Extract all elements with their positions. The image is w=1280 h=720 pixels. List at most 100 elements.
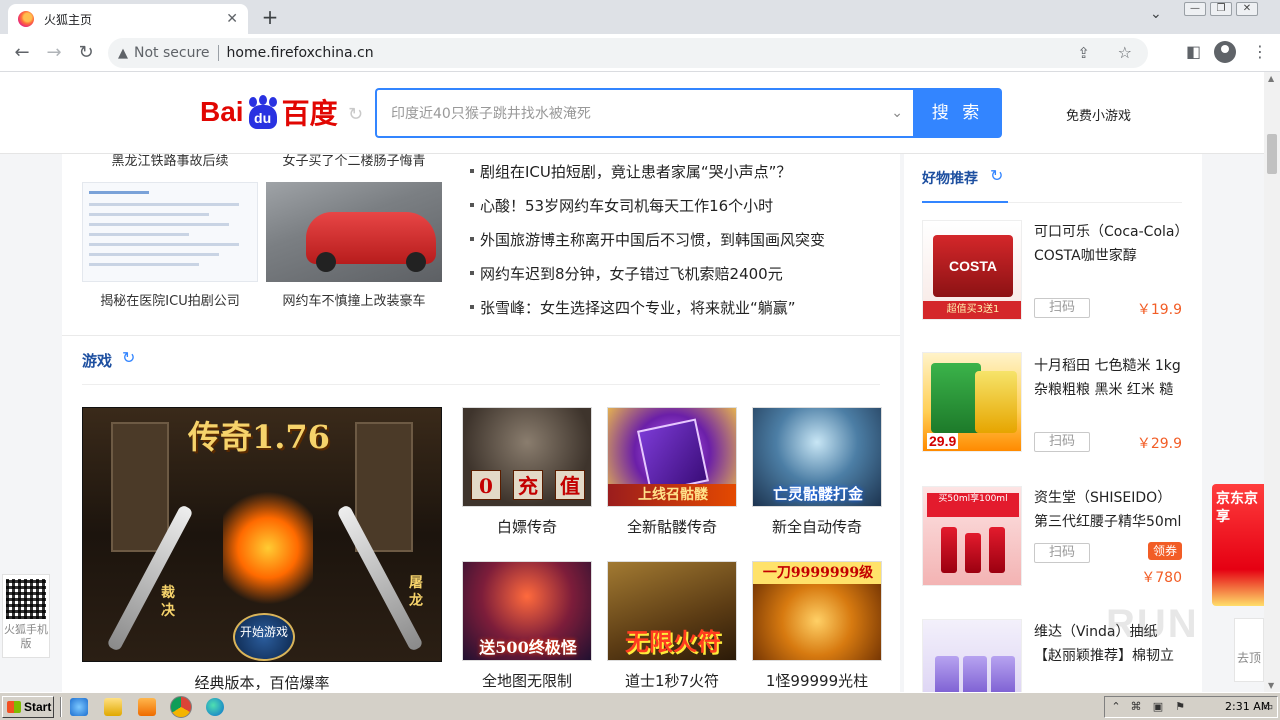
tray-flag-icon[interactable]: ⚑ [1173, 700, 1187, 714]
product-image[interactable]: COSTA 超值买3送1 [922, 220, 1022, 320]
products-section-title: 好物推荐 [922, 171, 978, 187]
browser-toolbar: ← → ↻ ▲ Not secure home.firefoxchina.cn … [0, 34, 1280, 72]
page-scrollbar[interactable]: ▲ ▼ [1264, 72, 1280, 692]
tray-network-icon[interactable]: ⌘ [1129, 700, 1143, 714]
new-tab-button[interactable]: + [258, 5, 282, 29]
folder-icon[interactable] [104, 698, 122, 716]
games-refresh-icon[interactable]: ↻ [122, 348, 135, 367]
news-headline[interactable]: 剧组在ICU拍短剧，竟让患者家属“哭小声点”？ [470, 154, 825, 188]
product-art-text: 超值买3送1 [923, 301, 1021, 319]
product-name[interactable]: 资生堂（SHISEIDO）第三代红腰子精华50ml [1034, 486, 1184, 534]
tab-close-icon[interactable]: ✕ [226, 11, 238, 27]
mobile-qr-widget[interactable]: 火狐手机版 [2, 574, 50, 658]
not-secure-label[interactable]: Not secure [134, 45, 210, 61]
game-thumbnail[interactable]: 一刀9999999级 [752, 561, 882, 661]
tray-monitor-icon[interactable]: ▭ [1261, 700, 1275, 714]
tab-search-chevron-icon[interactable]: ⌄ [1150, 6, 1162, 22]
scan-button[interactable]: 扫码 [1034, 543, 1090, 563]
featured-game-title: 传奇1.76 [188, 418, 330, 456]
news-thumbnail-icu[interactable] [82, 182, 258, 282]
product-price: ￥780 [1141, 570, 1182, 586]
free-games-link[interactable]: 免费小游戏 [1066, 105, 1131, 124]
share-icon[interactable]: ⇪ [1077, 44, 1090, 62]
news-headline[interactable]: 网约车迟到8分钟，女子错过飞机索赔2400元 [470, 256, 825, 290]
search-placeholder[interactable]: 印度近40只猴子跳井找水被淹死 [391, 103, 891, 123]
windows-taskbar: Start ⌃ ⌘ ▣ ⚑ 2:31 AM ▭ [0, 692, 1280, 720]
chevron-down-icon[interactable]: ⌄ [891, 105, 903, 121]
back-to-top-button[interactable]: 去顶 [1234, 618, 1264, 682]
media-player-icon[interactable] [138, 698, 156, 716]
scrollbar-thumb[interactable] [1267, 134, 1277, 174]
news-headline-list: 剧组在ICU拍短剧，竟让患者家属“哭小声点”？ 心酸！53岁网约车女司机每天工作… [470, 154, 825, 324]
game-caption[interactable]: 白嫖传奇 [462, 516, 592, 537]
game-thumbnail[interactable]: 送500终极怪 [462, 561, 592, 661]
side-panel-icon[interactable]: ◧ [1186, 42, 1201, 61]
game-art-text: 上线召骷髅 [608, 484, 736, 506]
start-button[interactable]: Start [2, 696, 54, 718]
search-input[interactable]: 印度近40只猴子跳井找水被淹死 ⌄ [375, 88, 915, 138]
browser-tab[interactable]: 火狐主页 ✕ [8, 4, 248, 34]
minimize-button[interactable]: — [1184, 2, 1206, 16]
taskbar-separator [60, 697, 62, 717]
warning-triangle-icon[interactable]: ▲ [118, 46, 128, 61]
search-button[interactable]: 搜 索 [913, 88, 1002, 138]
ie-icon[interactable] [70, 698, 88, 716]
edge-icon[interactable] [206, 698, 224, 716]
game-caption[interactable]: 道士1秒7火符 [607, 670, 737, 691]
games-section-title: 游戏 [82, 352, 113, 370]
start-game-button[interactable]: 开始游戏 [233, 613, 295, 661]
restore-button[interactable]: ❐ [1210, 2, 1232, 16]
game-caption[interactable]: 全地图无限制 [462, 670, 592, 691]
address-separator [217, 45, 219, 61]
coupon-badge[interactable]: 领券 [1148, 542, 1182, 560]
reload-icon[interactable]: ↻ [74, 41, 98, 65]
news-caption-car[interactable]: 网约车不慎撞上改装豪车 [266, 290, 442, 309]
game-thumbnail[interactable]: 上线召骷髅 [607, 407, 737, 507]
bookmark-star-icon[interactable]: ☆ [1118, 43, 1132, 62]
news-caption-icu[interactable]: 揭秘在医院ICU拍剧公司 [82, 290, 258, 309]
engine-switch-icon[interactable]: ↻ [348, 104, 363, 125]
product-image[interactable]: 29.9 [922, 352, 1022, 452]
back-arrow-icon[interactable]: ← [10, 41, 34, 65]
url-text[interactable]: home.firefoxchina.cn [227, 45, 374, 61]
scan-button[interactable]: 扫码 [1034, 432, 1090, 452]
address-bar[interactable]: ▲ Not secure home.firefoxchina.cn ⇪ ☆ [108, 38, 1148, 68]
qr-code-icon [6, 579, 46, 619]
game-thumbnail[interactable]: 亡灵骷髅打金 [752, 407, 882, 507]
scroll-up-icon[interactable]: ▲ [1268, 74, 1274, 83]
tray-display-icon[interactable]: ▣ [1151, 700, 1165, 714]
featured-game-banner[interactable]: 传奇1.76 裁决 屠龙 开始游戏 [82, 407, 442, 662]
side-ad-text: 京东京享 [1216, 491, 1258, 525]
news-thumbnail-car[interactable] [266, 182, 442, 282]
menu-dots-icon[interactable]: ⋮ [1252, 42, 1268, 61]
tray-expand-icon[interactable]: ⌃ [1109, 700, 1123, 714]
tab-strip: 火狐主页 ✕ + ⌄ — ❐ ✕ [0, 0, 1280, 34]
product-name[interactable]: 十月稻田 七色糙米 1kg 杂粮粗粮 黑米 红米 糙 [1034, 354, 1184, 402]
news-headline[interactable]: 张雪峰：女生选择这四个专业，将来就业“躺赢” [470, 290, 825, 324]
product-price: ￥19.9 [1136, 302, 1182, 318]
product-image[interactable]: 买50ml享100ml [922, 486, 1022, 586]
baidu-logo[interactable]: Bai du 百度 [200, 90, 338, 134]
featured-game-caption[interactable]: 经典版本，百倍爆率 [82, 672, 442, 692]
close-window-button[interactable]: ✕ [1236, 2, 1258, 16]
game-caption[interactable]: 全新骷髅传奇 [607, 516, 737, 537]
game-thumbnail[interactable]: 无限火符 [607, 561, 737, 661]
scan-button[interactable]: 扫码 [1034, 298, 1090, 318]
start-label: Start [24, 700, 52, 714]
game-caption[interactable]: 新全自动传奇 [752, 516, 882, 537]
product-art-text: COSTA [933, 235, 1013, 297]
profile-avatar-icon[interactable] [1214, 41, 1236, 63]
chrome-icon[interactable] [170, 696, 192, 718]
game-thumbnail[interactable]: 0 充 值 [462, 407, 592, 507]
products-refresh-icon[interactable]: ↻ [990, 166, 1003, 185]
news-headline[interactable]: 外国旅游博主称离开中国后不习惯，到韩国画风突变 [470, 222, 825, 256]
game-art-text: 送500终极怪 [479, 638, 577, 657]
game-art-text: 一刀9999999级 [753, 562, 881, 584]
scroll-down-icon[interactable]: ▼ [1268, 681, 1274, 690]
product-name[interactable]: 可口可乐（Coca-Cola）COSTA咖世家醇 [1034, 220, 1184, 268]
side-ad-banner[interactable]: 京东京享 [1212, 484, 1264, 606]
forward-arrow-icon[interactable]: → [42, 41, 66, 65]
game-caption[interactable]: 1怪99999光柱 [752, 670, 882, 691]
news-headline[interactable]: 心酸！53岁网约车女司机每天工作16个小时 [470, 188, 825, 222]
product-image[interactable] [922, 619, 1022, 692]
